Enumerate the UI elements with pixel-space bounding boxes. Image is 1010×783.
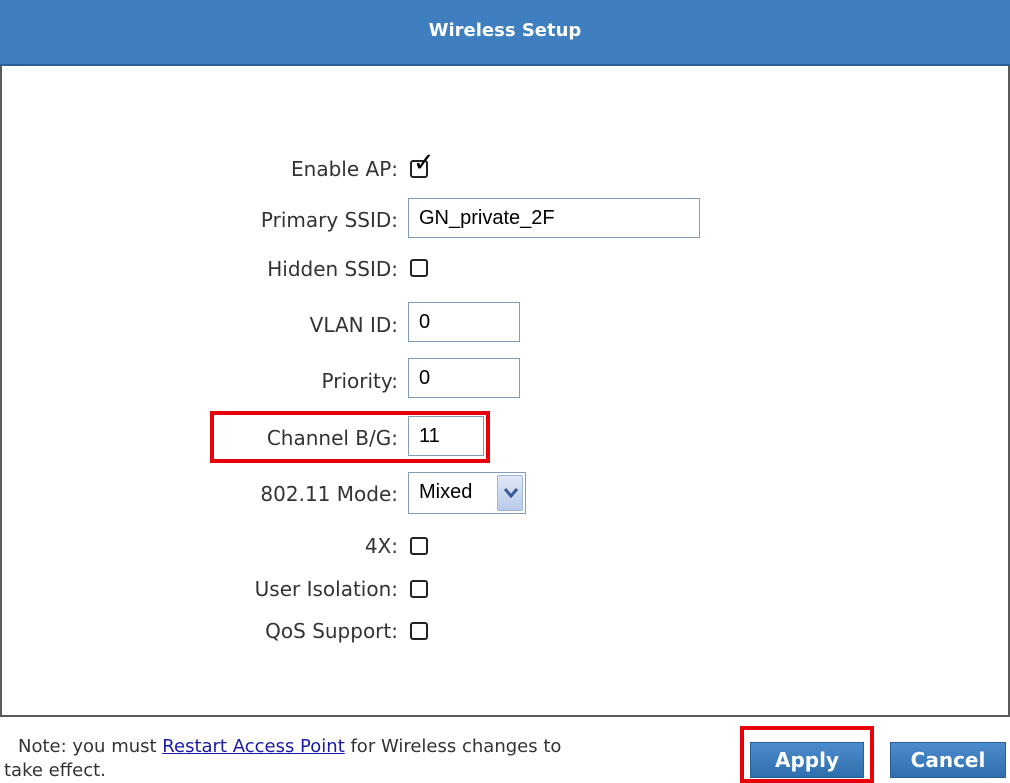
page-title: Wireless Setup	[428, 20, 582, 41]
primary-ssid-input[interactable]: GN_private_2F	[408, 198, 700, 238]
enable-ap-label: Enable AP:	[291, 157, 398, 181]
note-line-2: take effect.	[4, 760, 106, 781]
hidden-ssid-label: Hidden SSID:	[267, 257, 398, 281]
mode-select-value: Mixed	[419, 481, 473, 503]
note-prefix: Note: you must	[18, 736, 163, 757]
checkmark-icon: ✓	[413, 148, 435, 178]
qos-support-checkbox[interactable]	[410, 622, 428, 640]
restart-access-point-link[interactable]: Restart Access Point	[162, 736, 344, 757]
cancel-button[interactable]: Cancel	[890, 742, 1006, 778]
vlan-id-input[interactable]: 0	[408, 302, 520, 342]
footer-divider	[0, 715, 1010, 717]
left-border	[0, 66, 2, 716]
vlan-id-label: VLAN ID:	[309, 313, 398, 337]
four-x-checkbox[interactable]	[410, 537, 428, 555]
title-bar: Wireless Setup	[0, 0, 1010, 66]
primary-ssid-label: Primary SSID:	[260, 208, 398, 232]
priority-input[interactable]: 0	[408, 358, 520, 398]
qos-support-label: QoS Support:	[265, 619, 398, 643]
apply-highlight-box	[740, 726, 874, 783]
hidden-ssid-checkbox[interactable]	[410, 259, 428, 277]
priority-label: Priority:	[321, 369, 398, 393]
note-line-1: Note: you must Restart Access Point for …	[18, 735, 561, 759]
chevron-down-icon[interactable]	[497, 475, 523, 511]
four-x-label: 4X:	[364, 534, 398, 558]
note-suffix: for Wireless changes to	[344, 736, 562, 757]
channel-highlight-box	[210, 411, 490, 463]
enable-ap-checkbox[interactable]: ✓	[410, 150, 435, 178]
user-isolation-label: User Isolation:	[254, 577, 398, 601]
user-isolation-checkbox[interactable]	[410, 580, 428, 598]
mode-label: 802.11 Mode:	[260, 482, 398, 506]
mode-select[interactable]: Mixed	[408, 472, 526, 514]
